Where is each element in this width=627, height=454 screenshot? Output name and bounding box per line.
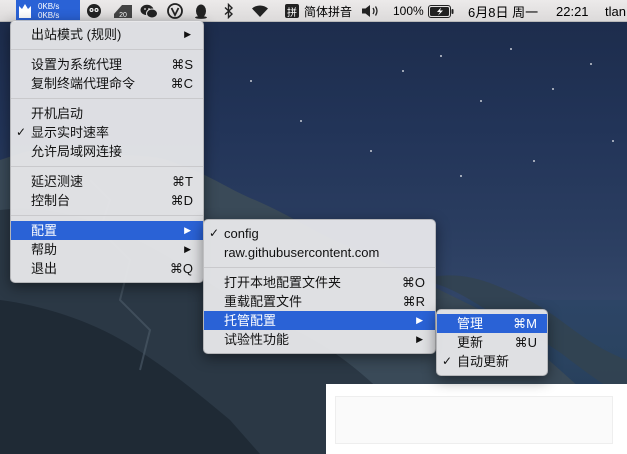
help-label: 帮助 [31,242,58,257]
menubar-username[interactable]: tlan [605,0,626,22]
set-system-proxy-shortcut: ⌘S [171,57,193,72]
remote-config-label: raw.githubusercontent.com [224,245,380,260]
menu-item-experimental[interactable]: 试验性功能 ▶ [204,330,435,349]
v-app-icon [167,3,183,19]
manage-label: 管理 [457,316,484,331]
calendar-badge-icon: 20 [114,5,132,19]
allow-lan-label: 允许局域网连接 [31,144,123,159]
upload-speed: 0KB/s [38,2,60,11]
menu-separator [11,166,203,167]
menu-item-config-file[interactable]: ✓ config [204,224,435,243]
clash-tray-icon [19,4,31,18]
clash-tray-menu: 出站模式 (规则) ▶ 设置为系统代理 ⌘S 复制终端代理命令 ⌘C 开机启动 … [10,20,204,283]
menu-item-dashboard[interactable]: 控制台 ⌘D [11,191,203,210]
ime-label: 简体拼音 [304,4,353,19]
battery-percent: 100% [393,4,424,18]
menu-item-launch-at-login[interactable]: 开机启动 [11,104,203,123]
background-window-content [335,396,613,444]
menu-item-update[interactable]: 更新 ⌘U [437,333,547,352]
checkmark-icon: ✓ [442,354,453,368]
volume-icon [362,5,378,17]
menubar-time[interactable]: 22:21 [556,0,589,22]
input-method-item[interactable]: 拼 简体拼音 [285,0,352,22]
checkmark-icon: ✓ [16,125,27,139]
copy-terminal-command-label: 复制终端代理命令 [31,76,136,91]
config-submenu: ✓ config raw.githubusercontent.com 打开本地配… [203,219,436,354]
submenu-arrow-icon: ▶ [184,29,191,39]
download-speed: 0KB/s [38,11,60,20]
wifi-status-item[interactable] [250,0,270,22]
battery-icon [427,4,454,18]
menu-item-manage[interactable]: 管理 ⌘M [437,314,547,333]
submenu-arrow-icon: ▶ [416,334,423,344]
menu-item-latency-test[interactable]: 延迟测速 ⌘T [11,172,203,191]
wechat-status-item[interactable] [140,0,158,22]
outbound-mode-label: 出站模式 (规则) [31,27,122,42]
latency-test-shortcut: ⌘T [172,174,193,189]
menu-separator [204,267,435,268]
volume-status-item[interactable] [360,0,382,22]
menu-item-allow-lan[interactable]: 允许局域网连接 [11,142,203,161]
menu-item-help[interactable]: 帮助 ▶ [11,240,203,259]
clash-tray-item[interactable]: 0KB/s 0KB/s [16,0,80,22]
experimental-label: 试验性功能 [224,332,290,347]
menu-item-reload-config[interactable]: 重载配置文件 ⌘R [204,292,435,311]
reload-config-label: 重载配置文件 [224,294,303,309]
quit-label: 退出 [31,261,58,276]
reload-config-shortcut: ⌘R [402,294,425,309]
dashboard-label: 控制台 [31,193,71,208]
config-label: 配置 [31,223,58,238]
qq-penguin-icon [195,4,207,19]
wifi-icon [252,5,268,17]
launch-at-login-label: 开机启动 [31,106,84,121]
menu-item-remote-config[interactable]: raw.githubusercontent.com [204,243,435,262]
auto-update-label: 自动更新 [457,354,510,369]
menu-item-show-speed[interactable]: ✓ 显示实时速率 [11,123,203,142]
submenu-arrow-icon: ▶ [416,315,423,325]
menu-item-config[interactable]: 配置 ▶ [11,221,203,240]
battery-status-item[interactable]: 100% [393,0,454,22]
show-speed-label: 显示实时速率 [31,125,110,140]
menu-separator [11,49,203,50]
menu-separator [11,98,203,99]
copy-terminal-command-shortcut: ⌘C [170,76,193,91]
latency-test-label: 延迟测速 [31,174,84,189]
menu-bar: 0KB/s 0KB/s 20 拼 简体拼音 100% 6月8日 周一 22:21… [0,0,627,22]
checkmark-icon: ✓ [209,226,220,240]
menu-item-outbound-mode[interactable]: 出站模式 (规则) ▶ [11,25,203,44]
menu-item-auto-update[interactable]: ✓ 自动更新 [437,352,547,371]
manage-shortcut: ⌘M [513,316,537,331]
wechat-icon [140,4,158,18]
menu-item-set-system-proxy[interactable]: 设置为系统代理 ⌘S [11,55,203,74]
v-app-status-item[interactable] [167,0,183,22]
ime-icon: 拼 [285,4,299,19]
update-shortcut: ⌘U [514,335,537,350]
menubar-date[interactable]: 6月8日 周一 [468,0,538,22]
dashboard-shortcut: ⌘D [170,193,193,208]
menu-item-quit[interactable]: 退出 ⌘Q [11,259,203,278]
submenu-arrow-icon: ▶ [184,225,191,235]
open-config-folder-shortcut: ⌘O [401,275,425,290]
managed-config-submenu: 管理 ⌘M 更新 ⌘U ✓ 自动更新 [436,309,548,376]
bluetooth-icon [224,3,234,19]
quit-shortcut: ⌘Q [169,261,193,276]
qq-status-item[interactable] [193,0,209,22]
open-config-folder-label: 打开本地配置文件夹 [224,275,342,290]
menu-item-managed-config[interactable]: 托管配置 ▶ [204,311,435,330]
bluetooth-status-item[interactable] [222,0,236,22]
submenu-arrow-icon: ▶ [184,244,191,254]
calendar-status-item[interactable]: 20 [112,0,134,22]
config-file-label: config [224,226,259,241]
network-speed: 0KB/s 0KB/s [38,2,59,20]
menu-item-open-config-folder[interactable]: 打开本地配置文件夹 ⌘O [204,273,435,292]
badge-number: 20 [119,12,127,19]
menu-separator [11,215,203,216]
owl-status-item[interactable] [86,0,102,22]
owl-icon [87,4,101,18]
set-system-proxy-label: 设置为系统代理 [31,57,123,72]
menu-item-copy-terminal-command[interactable]: 复制终端代理命令 ⌘C [11,74,203,93]
update-label: 更新 [457,335,484,350]
managed-config-label: 托管配置 [224,313,277,328]
